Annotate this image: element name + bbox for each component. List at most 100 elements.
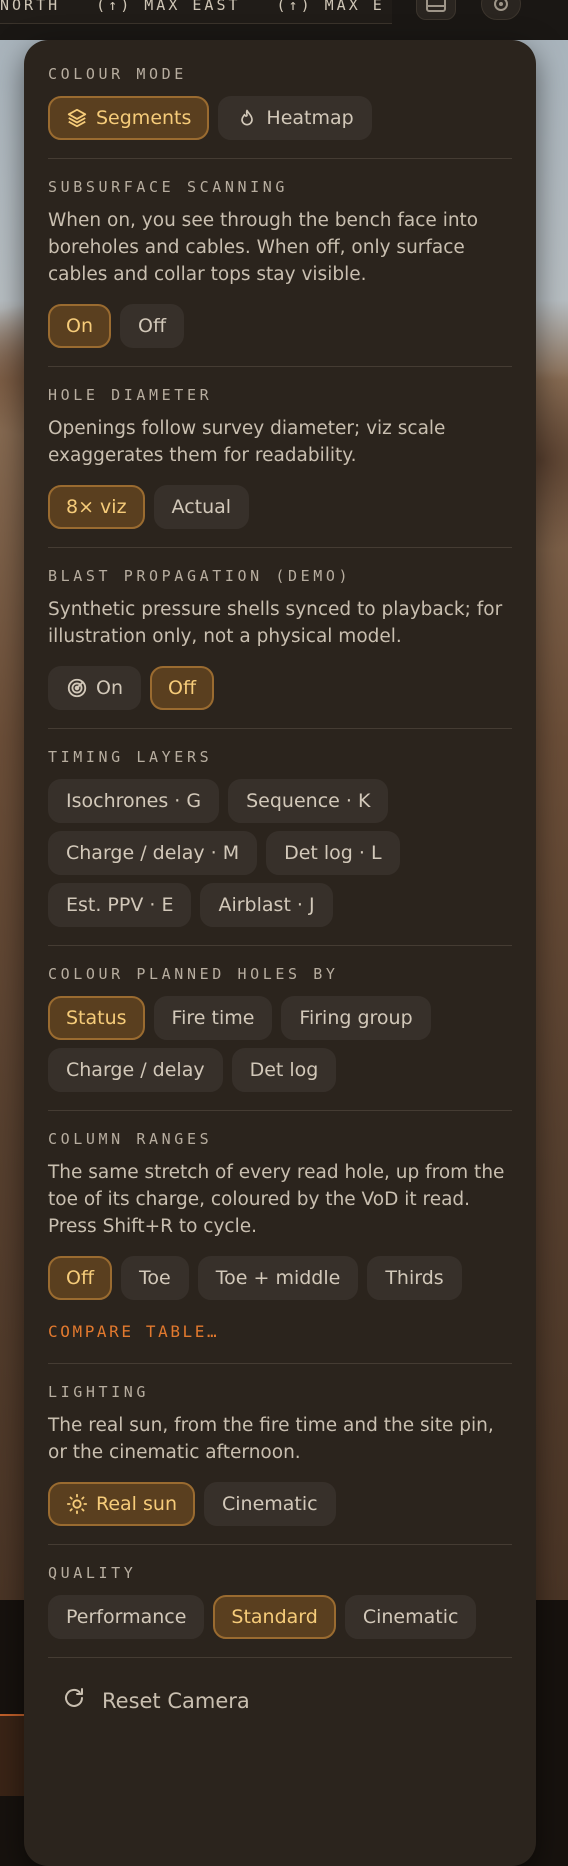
- chip-label: Real sun: [96, 1493, 177, 1515]
- section-description: The real sun, from the fire time and the…: [48, 1415, 494, 1463]
- section-title: COLOUR PLANNED HOLES BY: [48, 965, 339, 983]
- heatmap-button[interactable]: Heatmap: [218, 96, 372, 140]
- panel-icon: [426, 0, 446, 12]
- section-title: SUBSURFACE SCANNING: [48, 178, 288, 196]
- sun-icon: [66, 1493, 88, 1515]
- hole-diameter-section: HOLE DIAMETER Openings follow survey dia…: [48, 385, 512, 548]
- section-description: When on, you see through the bench face …: [48, 210, 479, 285]
- lighting-options: Real sun Cinematic: [48, 1482, 512, 1526]
- hole-diameter-options: 8× viz Actual: [48, 485, 512, 529]
- det-log-toggle[interactable]: Det log · L: [266, 831, 400, 875]
- view-max-east-button[interactable]: (↑) MAX EAST: [96, 0, 240, 14]
- timing-layers-section: TIMING LAYERS Isochrones · G Sequence · …: [48, 747, 512, 946]
- fire-time-button[interactable]: Fire time: [153, 996, 273, 1040]
- chip-label: Thirds: [385, 1267, 444, 1289]
- blast-off-button[interactable]: Off: [150, 666, 215, 710]
- chip-label: Fire time: [171, 1007, 255, 1029]
- chip-label: Segments: [96, 107, 192, 129]
- colour-mode-section: COLOUR MODE Segments Heatmap: [48, 64, 512, 159]
- det-log-button[interactable]: Det log: [231, 1048, 337, 1092]
- chip-label: Cinematic: [362, 1606, 459, 1628]
- subsurface-options: On Off: [48, 304, 512, 348]
- subsurface-on-button[interactable]: On: [48, 304, 111, 348]
- sequence-toggle[interactable]: Sequence · K: [228, 779, 389, 823]
- chip-label: Actual: [171, 496, 232, 518]
- chip-label: 8× viz: [66, 496, 127, 518]
- performance-quality-button[interactable]: Performance: [48, 1595, 205, 1639]
- chip-label: Isochrones · G: [66, 790, 202, 812]
- quality-section: QUALITY Performance Standard Cinematic: [48, 1563, 512, 1658]
- section-title: QUALITY: [48, 1564, 137, 1582]
- chip-label: Charge / delay: [66, 1059, 205, 1081]
- ranges-off-button[interactable]: Off: [48, 1256, 113, 1300]
- settings-button[interactable]: [481, 0, 521, 20]
- chip-label: Performance: [66, 1606, 187, 1628]
- chip-label: Toe: [139, 1267, 171, 1289]
- flame-icon: [236, 107, 258, 129]
- cinematic-lighting-button[interactable]: Cinematic: [203, 1482, 336, 1526]
- viz-scale-button[interactable]: 8× viz: [48, 485, 145, 529]
- chip-label: Status: [66, 1007, 127, 1029]
- timing-layers-options: Isochrones · G Sequence · K Charge / del…: [48, 779, 512, 927]
- quality-options: Performance Standard Cinematic: [48, 1595, 512, 1639]
- chip-label: Heatmap: [266, 107, 354, 129]
- blast-on-button[interactable]: On: [48, 666, 141, 710]
- cinematic-quality-button[interactable]: Cinematic: [344, 1595, 477, 1639]
- section-title: LIGHTING: [48, 1383, 150, 1401]
- view-north-button[interactable]: NORTH: [0, 0, 60, 14]
- segments-button[interactable]: Segments: [48, 96, 210, 140]
- standard-quality-button[interactable]: Standard: [213, 1595, 336, 1639]
- settings-panel: COLOUR MODE Segments Heatmap SUBSURFACE …: [24, 40, 536, 1866]
- view-direction-strip: NORTH (↑) MAX EAST (↑) MAX E: [0, 0, 392, 24]
- charge-delay-toggle[interactable]: Charge / delay · M: [48, 831, 258, 875]
- status-button[interactable]: Status: [48, 996, 145, 1040]
- chip-label: Det log · L: [284, 842, 382, 864]
- section-title: BLAST PROPAGATION (DEMO): [48, 567, 352, 585]
- compare-table-link[interactable]: COMPARE TABLE…: [48, 1322, 219, 1341]
- column-ranges-section: COLUMN RANGES The same stretch of every …: [48, 1129, 512, 1364]
- charge-delay-button[interactable]: Charge / delay: [48, 1048, 223, 1092]
- subsurface-scanning-section: SUBSURFACE SCANNING When on, you see thr…: [48, 177, 512, 367]
- blast-propagation-options: On Off: [48, 666, 512, 710]
- blast-propagation-section: BLAST PROPAGATION (DEMO) Synthetic press…: [48, 566, 512, 729]
- airblast-toggle[interactable]: Airblast · J: [200, 883, 333, 927]
- column-ranges-options: Off Toe Toe + middle Thirds: [48, 1256, 512, 1300]
- section-description: Openings follow survey diameter; viz sca…: [48, 418, 446, 466]
- real-sun-button[interactable]: Real sun: [48, 1482, 195, 1526]
- isochrones-toggle[interactable]: Isochrones · G: [48, 779, 220, 823]
- chip-label: Cinematic: [221, 1493, 318, 1515]
- timeline-edge-left: [0, 1600, 24, 1866]
- subsurface-off-button[interactable]: Off: [120, 304, 185, 348]
- lighting-section: LIGHTING The real sun, from the fire tim…: [48, 1382, 512, 1545]
- colour-planned-holes-section: COLOUR PLANNED HOLES BY Status Fire time…: [48, 964, 512, 1111]
- colour-planned-options: Status Fire time Firing group Charge / d…: [48, 996, 512, 1092]
- chip-label: On: [96, 677, 123, 699]
- chip-label: Det log: [249, 1059, 319, 1081]
- section-description: Synthetic pressure shells synced to play…: [48, 599, 503, 647]
- firing-group-button[interactable]: Firing group: [281, 996, 431, 1040]
- view-max-e-button[interactable]: (↑) MAX E: [277, 0, 385, 14]
- reset-camera-label: Reset Camera: [102, 1688, 250, 1713]
- ranges-toe-middle-button[interactable]: Toe + middle: [197, 1256, 359, 1300]
- panel-toggle-button[interactable]: [416, 0, 456, 20]
- chip-label: Est. PPV · E: [66, 894, 174, 916]
- colour-mode-options: Segments Heatmap: [48, 96, 512, 140]
- chip-label: Off: [66, 1267, 95, 1289]
- ranges-thirds-button[interactable]: Thirds: [367, 1256, 462, 1300]
- chip-label: Off: [168, 677, 197, 699]
- section-title: HOLE DIAMETER: [48, 386, 213, 404]
- actual-diameter-button[interactable]: Actual: [153, 485, 250, 529]
- reset-camera-button[interactable]: Reset Camera: [48, 1672, 512, 1729]
- ranges-toe-button[interactable]: Toe: [121, 1256, 189, 1300]
- layers-icon: [66, 107, 88, 129]
- refresh-icon: [62, 1686, 86, 1715]
- radar-icon: [66, 677, 88, 699]
- reset-camera-section: Reset Camera: [48, 1672, 512, 1747]
- gear-icon: [494, 0, 508, 11]
- chip-label: Charge / delay · M: [66, 842, 240, 864]
- chip-label: Toe + middle: [215, 1267, 341, 1289]
- section-title: COLOUR MODE: [48, 65, 187, 83]
- chip-label: On: [66, 315, 93, 337]
- est-ppv-toggle[interactable]: Est. PPV · E: [48, 883, 192, 927]
- chip-label: Firing group: [299, 1007, 413, 1029]
